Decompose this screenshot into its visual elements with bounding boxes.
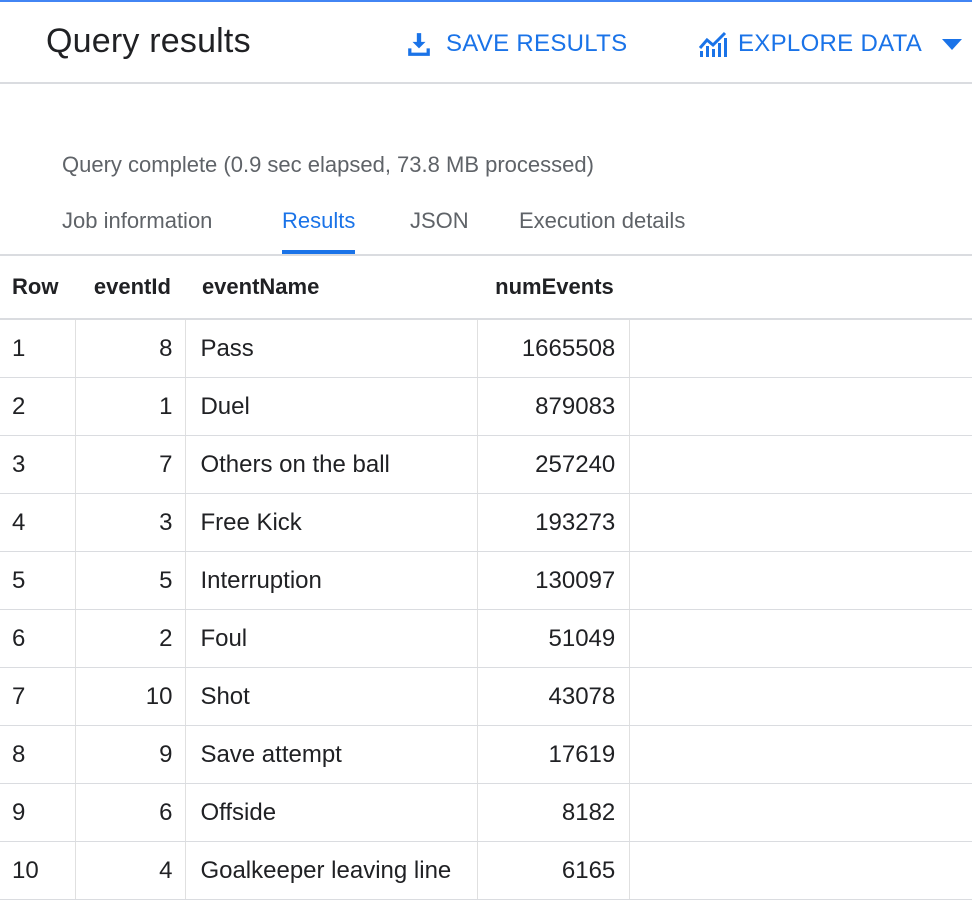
cell-event-name: Pass: [185, 319, 479, 378]
table-row[interactable]: 8 9 Save attempt 17619: [0, 725, 972, 784]
cell-event-id: 1: [75, 377, 187, 436]
cell-row-number: 7: [0, 667, 77, 726]
cell-event-name: Goalkeeper leaving line: [185, 841, 479, 900]
table-row[interactable]: 6 2 Foul 51049: [0, 609, 972, 668]
table-row[interactable]: 9 6 Offside 8182: [0, 783, 972, 842]
table-row[interactable]: 1 8 Pass 1665508: [0, 319, 972, 378]
cell-row-number: 10: [0, 841, 77, 900]
cell-row-number: 2: [0, 377, 77, 436]
results-tabs: Job information Results JSON Execution d…: [0, 200, 972, 256]
cell-num-events: 51049: [477, 609, 631, 668]
tab-execution-details[interactable]: Execution details: [519, 208, 685, 254]
tab-results[interactable]: Results: [282, 208, 356, 254]
cell-spacer: [629, 667, 972, 726]
cell-event-name: Shot: [185, 667, 479, 726]
column-header-row: Row: [0, 256, 76, 320]
cell-event-name: Foul: [185, 609, 479, 668]
cell-event-name: Free Kick: [185, 493, 479, 552]
cell-event-name: Others on the ball: [185, 435, 479, 494]
cell-event-id: 10: [75, 667, 187, 726]
cell-spacer: [629, 435, 972, 494]
cell-spacer: [629, 841, 972, 900]
explore-data-button[interactable]: EXPLORE DATA: [698, 24, 963, 64]
cell-event-name: Interruption: [185, 551, 479, 610]
query-status-text: Query complete (0.9 sec elapsed, 73.8 MB…: [62, 152, 594, 177]
cell-event-id: 7: [75, 435, 187, 494]
table-row[interactable]: 10 4 Goalkeeper leaving line 6165: [0, 841, 972, 900]
cell-spacer: [629, 551, 972, 610]
table-row[interactable]: 5 5 Interruption 130097: [0, 551, 972, 610]
table-row[interactable]: 4 3 Free Kick 193273: [0, 493, 972, 552]
cell-spacer: [629, 493, 972, 552]
cell-num-events: 193273: [477, 493, 631, 552]
cell-event-id: 4: [75, 841, 187, 900]
cell-spacer: [629, 319, 972, 378]
table-body: 1 8 Pass 1665508 2 1 Duel 879083 3 7 Others on the…: [0, 319, 972, 900]
chart-line-icon: [698, 30, 728, 58]
cell-event-id: 6: [75, 783, 187, 842]
cell-spacer: [629, 377, 972, 436]
cell-num-events: 17619: [477, 725, 631, 784]
cell-row-number: 6: [0, 609, 77, 668]
cell-row-number: 8: [0, 725, 77, 784]
column-header-numevents: numEvents: [477, 256, 630, 320]
column-header-eventname: eventName: [185, 256, 478, 320]
cell-event-id: 2: [75, 609, 187, 668]
column-header-eventid: eventId: [75, 256, 186, 320]
cell-num-events: 879083: [477, 377, 631, 436]
cell-num-events: 130097: [477, 551, 631, 610]
tab-job-information[interactable]: Job information: [62, 208, 212, 254]
table-row[interactable]: 7 10 Shot 43078: [0, 667, 972, 726]
cell-event-name: Save attempt: [185, 725, 479, 784]
cell-row-number: 5: [0, 551, 77, 610]
results-table: Row eventId eventName numEvents 1 8 Pass 16…: [0, 256, 972, 900]
save-results-label: SAVE RESULTS: [446, 30, 628, 57]
cell-row-number: 1: [0, 319, 77, 378]
download-icon: [406, 31, 432, 57]
explore-data-label: EXPLORE DATA: [738, 30, 923, 57]
table-row[interactable]: 3 7 Others on the ball 257240: [0, 435, 972, 494]
column-header-spacer: [629, 256, 972, 320]
caret-down-icon[interactable]: [942, 37, 963, 51]
table-row[interactable]: 2 1 Duel 879083: [0, 377, 972, 436]
cell-event-name: Offside: [185, 783, 479, 842]
cell-row-number: 4: [0, 493, 77, 552]
cell-event-id: 8: [75, 319, 187, 378]
cell-spacer: [629, 609, 972, 668]
cell-num-events: 257240: [477, 435, 631, 494]
cell-event-id: 5: [75, 551, 187, 610]
cell-num-events: 6165: [477, 841, 631, 900]
results-table-container: Row eventId eventName numEvents 1 8 Pass 16…: [0, 254, 972, 900]
cell-event-id: 3: [75, 493, 187, 552]
page-title: Query results: [46, 22, 251, 60]
cell-event-name: Duel: [185, 377, 479, 436]
cell-spacer: [629, 725, 972, 784]
cell-event-id: 9: [75, 725, 187, 784]
cell-spacer: [629, 783, 972, 842]
cell-num-events: 43078: [477, 667, 631, 726]
save-results-button[interactable]: SAVE RESULTS: [406, 24, 627, 64]
query-results-header: Query results SAVE RESULTS EXPLORE DATA: [0, 0, 972, 84]
cell-row-number: 3: [0, 435, 77, 494]
cell-row-number: 9: [0, 783, 77, 842]
table-header-row: Row eventId eventName numEvents: [0, 256, 972, 320]
cell-num-events: 1665508: [477, 319, 631, 378]
cell-num-events: 8182: [477, 783, 631, 842]
tab-json[interactable]: JSON: [410, 208, 469, 254]
